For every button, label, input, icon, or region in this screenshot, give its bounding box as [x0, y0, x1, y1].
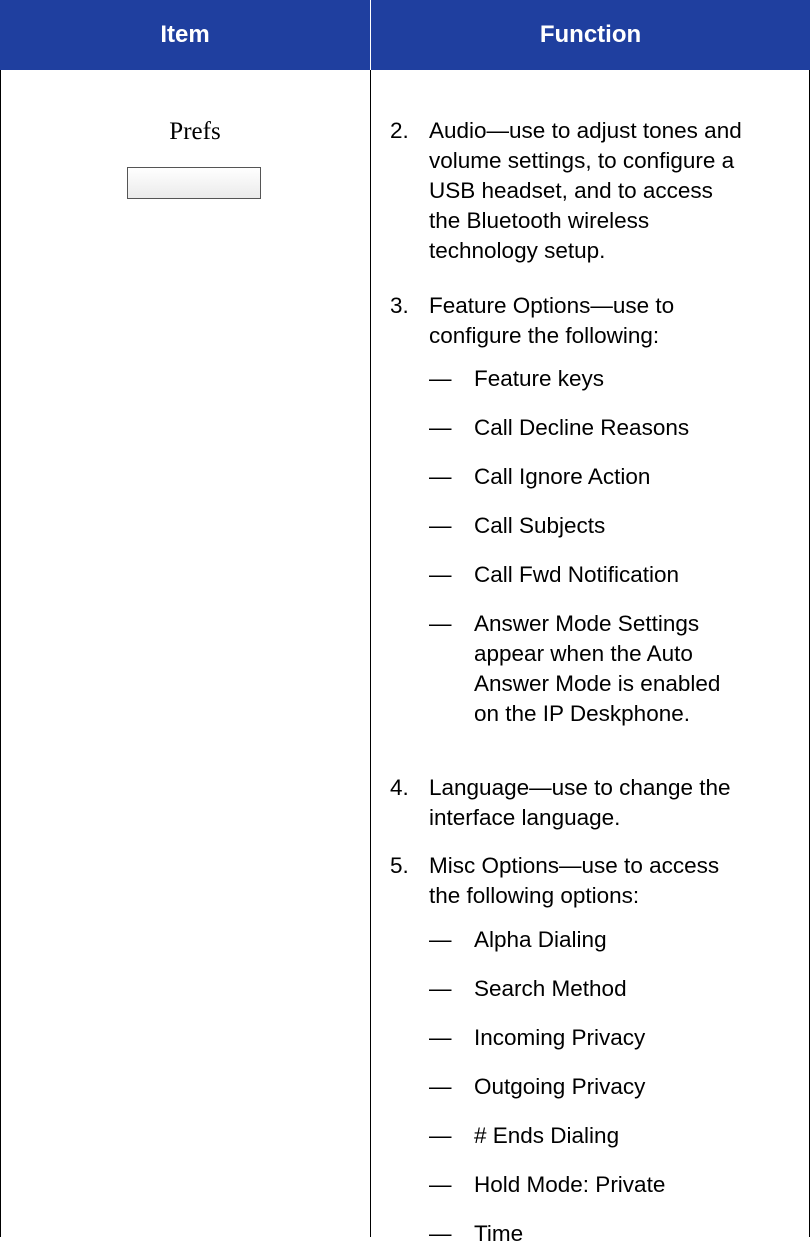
list-item-number: 5. [390, 853, 409, 878]
table-border-left [0, 70, 1, 1237]
table-column-divider [370, 70, 371, 1237]
dash-bullet: — [429, 1025, 452, 1050]
sub-item-text: Incoming Privacy [474, 1023, 794, 1053]
text-line: configure the following: [429, 323, 660, 348]
text-line: Hold Mode: Private [474, 1172, 666, 1197]
feature-table: Item Function Prefs 2. Audio—use to adjus… [0, 0, 810, 1246]
dash-bullet: — [429, 976, 452, 1001]
dash-bullet: — [429, 611, 452, 636]
sub-item-text: Answer Mode Settings appear when the Auto… [474, 609, 794, 729]
text-line: appear when the Auto [474, 641, 693, 666]
text-line: Call Subjects [474, 513, 606, 538]
dash-bullet: — [429, 1074, 452, 1099]
text-line: interface language. [429, 805, 621, 830]
text-line: Incoming Privacy [474, 1025, 646, 1050]
prefs-key-label: Prefs [169, 118, 221, 145]
header-function: Function [539, 21, 642, 48]
text-line: volume settings, to configure a [429, 148, 735, 173]
text-line: Audio—use to adjust tones and [429, 118, 742, 143]
dash-bullet: — [429, 1123, 452, 1148]
sub-item-text: Call Subjects [474, 511, 794, 541]
text-line: Misc Options—use to access [429, 853, 720, 878]
sub-item-text: # Ends Dialing [474, 1121, 794, 1151]
dash-bullet: — [429, 464, 452, 489]
text-line: Feature Options—use to [429, 293, 675, 318]
list-item-text: Language—use to change the interface lang… [429, 773, 799, 833]
text-line: Alpha Dialing [474, 927, 607, 952]
sub-item-text: Feature keys [474, 364, 794, 394]
sub-item-text: Call Fwd Notification [474, 560, 794, 590]
text-line: technology setup. [429, 238, 606, 263]
text-line: Search Method [474, 976, 627, 1001]
text-line: Feature keys [474, 366, 605, 391]
text-line: on the IP Deskphone. [474, 701, 690, 726]
list-item-number: 3. [390, 293, 409, 318]
list-item-number: 2. [390, 118, 409, 143]
list-item-number: 4. [390, 775, 409, 800]
sub-item-text: Search Method [474, 974, 794, 1004]
text-line: USB headset, and to access [429, 178, 713, 203]
table-header: Item Function [0, 0, 810, 70]
sub-item-text: Call Decline Reasons [474, 413, 794, 443]
header-item: Item [160, 21, 210, 48]
list-item-text: Feature Options—use to configure the foll… [429, 291, 799, 351]
text-line: Time [474, 1221, 524, 1246]
dash-bullet: — [429, 513, 452, 538]
text-line: Answer Mode Settings [474, 611, 700, 636]
dash-bullet: — [429, 1221, 452, 1246]
text-line: Answer Mode is enabled [474, 671, 721, 696]
dash-bullet: — [429, 927, 452, 952]
text-line: Call Decline Reasons [474, 415, 690, 440]
sub-item-text: Hold Mode: Private [474, 1170, 794, 1200]
sub-item-text: Alpha Dialing [474, 925, 794, 955]
sub-item-text: Call Ignore Action [474, 462, 794, 492]
dash-bullet: — [429, 415, 452, 440]
sub-item-text: Outgoing Privacy [474, 1072, 794, 1102]
text-line: Call Fwd Notification [474, 562, 680, 587]
list-item-text: Audio—use to adjust tones and volume sett… [429, 116, 799, 266]
prefs-key-icon [127, 167, 261, 199]
dash-bullet: — [429, 366, 452, 391]
text-line: the Bluetooth wireless [429, 208, 650, 233]
text-line: Outgoing Privacy [474, 1074, 646, 1099]
dash-bullet: — [429, 1172, 452, 1197]
sub-item-text: Time [474, 1219, 794, 1249]
text-line: Call Ignore Action [474, 464, 651, 489]
text-line: # Ends Dialing [474, 1123, 620, 1148]
list-item-text: Misc Options—use to access the following … [429, 851, 799, 911]
text-line: the following options: [429, 883, 640, 908]
dash-bullet: — [429, 562, 452, 587]
text-line: Language—use to change the [429, 775, 731, 800]
